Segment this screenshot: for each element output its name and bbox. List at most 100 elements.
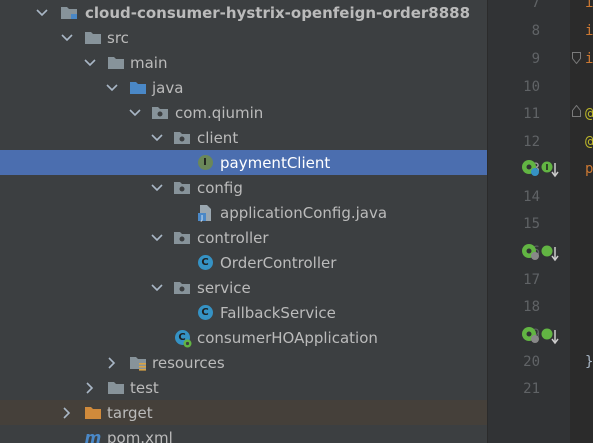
tree-label: paymentClient <box>220 153 331 172</box>
line-number: 10 <box>523 79 540 95</box>
package-icon <box>173 179 191 197</box>
chevron-down-icon[interactable] <box>128 106 142 120</box>
line-number: 14 <box>523 189 540 205</box>
tree-row-main[interactable]: main <box>0 50 487 75</box>
spring-boot-class-icon: C <box>173 329 192 347</box>
tree-label: test <box>130 378 159 397</box>
line-number: 15 <box>523 216 540 232</box>
tree-row-client[interactable]: client <box>0 125 487 150</box>
tree-row-test[interactable]: test <box>0 375 487 400</box>
line-number: 8 <box>531 23 540 39</box>
editor-area: 7 8 9 10 11 12 13 14 15 16 17 18 19 20 2… <box>488 0 593 443</box>
module-folder-icon <box>60 4 78 22</box>
request-mapping-icon[interactable] <box>521 326 541 346</box>
fold-start-icon[interactable] <box>572 105 581 117</box>
chevron-down-icon[interactable] <box>105 81 119 95</box>
tree-row-application-config[interactable]: J applicationConfig.java <box>0 200 487 225</box>
tree-row-consumer-app[interactable]: C consumerHOApplication <box>0 325 487 350</box>
spring-bean-icon[interactable] <box>521 159 541 179</box>
line-number: 11 <box>523 106 540 122</box>
tree-row-pom[interactable]: m pom.xml <box>0 425 487 443</box>
java-file-icon: J <box>196 204 214 222</box>
class-badge: C <box>197 255 213 270</box>
tree-label: java <box>152 78 184 97</box>
line-number: 17 <box>523 272 540 288</box>
tree-label: client <box>197 128 239 147</box>
project-tree: cloud-consumer-hystrix-openfeign-order88… <box>0 0 487 443</box>
chevron-down-icon[interactable] <box>150 281 164 295</box>
line-number: 18 <box>523 299 540 315</box>
chevron-down-icon[interactable] <box>60 31 74 45</box>
code-fragment[interactable]: @ <box>585 134 593 150</box>
chevron-down-icon[interactable] <box>150 231 164 245</box>
tree-label: applicationConfig.java <box>220 203 388 222</box>
tree-row-resources[interactable]: resources <box>0 350 487 375</box>
package-icon <box>173 279 191 297</box>
class-icon: C <box>196 254 214 272</box>
class-badge: C <box>197 305 213 320</box>
excluded-folder-icon <box>84 404 102 422</box>
resources-folder-icon <box>129 354 147 372</box>
tree-label: FallbackService <box>220 303 336 322</box>
chevron-down-icon[interactable] <box>150 131 164 145</box>
tree-label: main <box>130 53 168 72</box>
maven-icon: m <box>84 428 102 443</box>
tree-row-service[interactable]: service <box>0 275 487 300</box>
tree-label: src <box>107 28 129 47</box>
tree-label: service <box>197 278 251 297</box>
svg-text:I: I <box>546 163 549 172</box>
code-fragment[interactable]: p <box>585 161 593 177</box>
tree-label: controller <box>197 228 269 247</box>
tree-label: pom.xml <box>107 428 173 443</box>
editor-gutter: 7 8 9 10 11 12 13 14 15 16 17 18 19 20 2… <box>488 0 570 443</box>
chevron-down-icon[interactable] <box>150 181 164 195</box>
tree-row-order-controller[interactable]: C OrderController <box>0 250 487 275</box>
implemented-by-icon[interactable] <box>541 328 561 346</box>
tree-label: OrderController <box>220 253 337 272</box>
package-icon <box>173 229 191 247</box>
chevron-right-icon[interactable] <box>83 381 97 395</box>
tree-row-src[interactable]: src <box>0 25 487 50</box>
line-number: 21 <box>523 381 540 397</box>
tree-label: com.qiumin <box>175 103 264 122</box>
tree-row-target[interactable]: target <box>0 400 487 425</box>
tree-row-controller[interactable]: controller <box>0 225 487 250</box>
line-number: 20 <box>523 354 540 370</box>
folder-icon <box>107 54 125 72</box>
tree-row-project[interactable]: cloud-consumer-hystrix-openfeign-order88… <box>0 0 487 25</box>
code-fragment[interactable]: i <box>585 23 593 39</box>
tree-row-config[interactable]: config <box>0 175 487 200</box>
tree-label: resources <box>152 353 225 372</box>
implemented-by-icon[interactable] <box>541 245 561 263</box>
tree-label: config <box>197 178 243 197</box>
tree-row-package[interactable]: com.qiumin <box>0 100 487 125</box>
line-number: 12 <box>523 134 540 150</box>
project-name: cloud-consumer-hystrix-openfeign-order88… <box>85 3 471 22</box>
code-fragment[interactable]: i <box>585 0 593 11</box>
request-mapping-icon[interactable] <box>521 243 541 263</box>
code-fragment[interactable]: } <box>585 354 593 370</box>
chevron-down-icon[interactable] <box>83 56 97 70</box>
line-number: 9 <box>531 51 540 67</box>
implemented-by-icon[interactable]: I <box>541 161 561 179</box>
svg-text:J: J <box>200 214 203 222</box>
package-icon <box>173 129 191 147</box>
tree-row-payment-client[interactable]: I paymentClient <box>0 150 487 175</box>
chevron-right-icon[interactable] <box>105 356 119 370</box>
package-icon <box>151 104 169 122</box>
code-fragment[interactable]: i <box>585 51 593 67</box>
fold-end-icon[interactable] <box>572 52 581 64</box>
tree-row-fallback-service[interactable]: C FallbackService <box>0 300 487 325</box>
tree-label: consumerHOApplication <box>197 328 378 347</box>
class-icon: C <box>196 304 214 322</box>
code-fragment[interactable]: @ <box>585 106 593 122</box>
maven-badge: m <box>84 428 102 443</box>
line-number: 7 <box>531 0 540 11</box>
folder-icon <box>107 379 125 397</box>
tree-row-java[interactable]: java <box>0 75 487 100</box>
source-folder-icon <box>129 79 147 97</box>
folder-icon <box>84 29 102 47</box>
chevron-right-icon[interactable] <box>60 406 74 420</box>
chevron-down-icon[interactable] <box>35 6 49 20</box>
interface-icon: I <box>196 154 214 172</box>
